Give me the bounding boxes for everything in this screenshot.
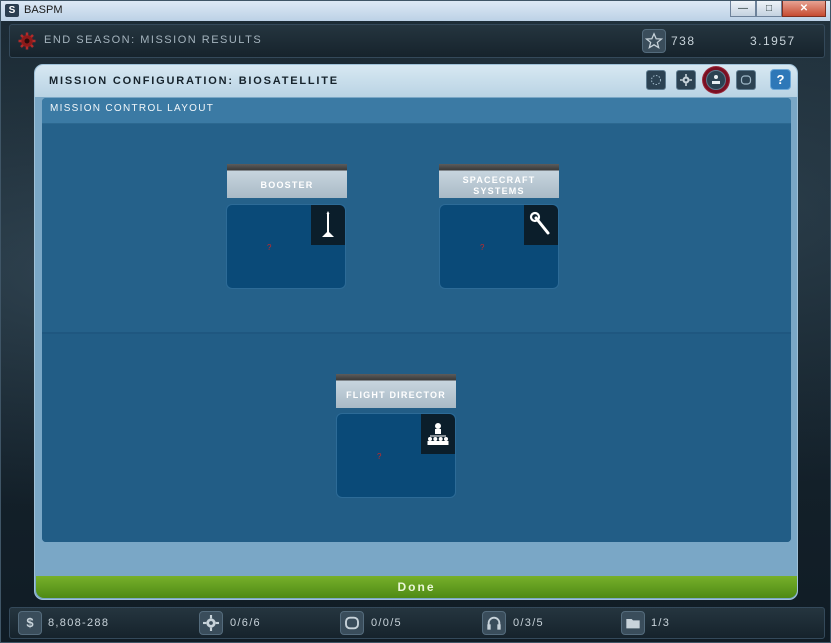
circle-dot-icon[interactable] xyxy=(646,70,666,90)
comm-value: 0/3/5 xyxy=(513,617,544,629)
gear-icon[interactable] xyxy=(676,70,696,90)
window-controls: — □ ✕ xyxy=(730,1,826,18)
systems-empty-mark: ? xyxy=(480,243,485,252)
folder-icon[interactable] xyxy=(621,611,645,635)
org-chart-icon[interactable] xyxy=(706,70,726,90)
engineers-value: 0/6/6 xyxy=(230,617,261,629)
maximize-button[interactable]: □ xyxy=(756,1,782,17)
bottom-status-bar: $ 8,808-288 0/6/6 0/0/5 0/3/5 1/3 xyxy=(9,607,825,639)
files-value: 1/3 xyxy=(651,617,671,629)
mission-config-panel: Mission Configuration: Biosatellite ? Mi… xyxy=(34,64,798,600)
systems-label-text: Spacecraft Systems xyxy=(462,175,536,196)
booster-slot-label: Booster xyxy=(227,164,347,198)
booster-slot[interactable]: ? xyxy=(226,204,346,289)
close-button[interactable]: ✕ xyxy=(782,1,826,17)
panel-title: Mission Configuration: Biosatellite xyxy=(49,75,339,87)
app-icon: S xyxy=(5,4,19,17)
director-slot-label: Flight Director xyxy=(336,374,456,408)
director-empty-mark: ? xyxy=(377,452,382,461)
done-button[interactable]: Done xyxy=(36,576,797,598)
wrench-icon xyxy=(524,205,558,245)
title-bar: S BASPM — □ ✕ xyxy=(1,1,830,22)
booster-empty-mark: ? xyxy=(267,243,272,252)
app-window: S BASPM — □ ✕ End Season: Mission Result… xyxy=(0,0,831,643)
engineer-gear-icon[interactable] xyxy=(199,611,223,635)
money-icon[interactable]: $ xyxy=(18,611,42,635)
mission-control-layout: Mission Control Layout Booster ? Spacecr… xyxy=(42,98,791,542)
top-status-bar: End Season: Mission Results 738 3.1957 xyxy=(9,24,825,58)
systems-slot[interactable]: ? xyxy=(439,204,559,289)
window-title: BASPM xyxy=(24,4,63,16)
booster-label-text: Booster xyxy=(260,180,314,190)
red-gear-icon xyxy=(18,32,36,50)
star-icon[interactable] xyxy=(642,29,666,53)
season-title: End Season: Mission Results xyxy=(44,34,263,46)
help-button[interactable]: ? xyxy=(770,69,791,90)
systems-slot-label: Spacecraft Systems xyxy=(439,164,559,198)
director-slot[interactable]: ? xyxy=(336,413,456,498)
panel-header: Mission Configuration: Biosatellite ? xyxy=(35,65,797,97)
money-value: 8,808-288 xyxy=(48,617,110,629)
crew-capsule-icon[interactable] xyxy=(340,611,364,635)
layout-title: Mission Control Layout xyxy=(50,103,215,114)
layout-header: Mission Control Layout xyxy=(42,98,791,124)
team-icon xyxy=(421,414,455,454)
rocket-icon xyxy=(311,205,345,245)
prestige-value: 738 xyxy=(671,34,696,48)
crew-value: 0/0/5 xyxy=(371,617,402,629)
minimize-button[interactable]: — xyxy=(730,1,756,17)
date-value: 3.1957 xyxy=(750,34,796,48)
director-label-text: Flight Director xyxy=(346,390,446,400)
rounded-square-icon[interactable] xyxy=(736,70,756,90)
headset-icon[interactable] xyxy=(482,611,506,635)
